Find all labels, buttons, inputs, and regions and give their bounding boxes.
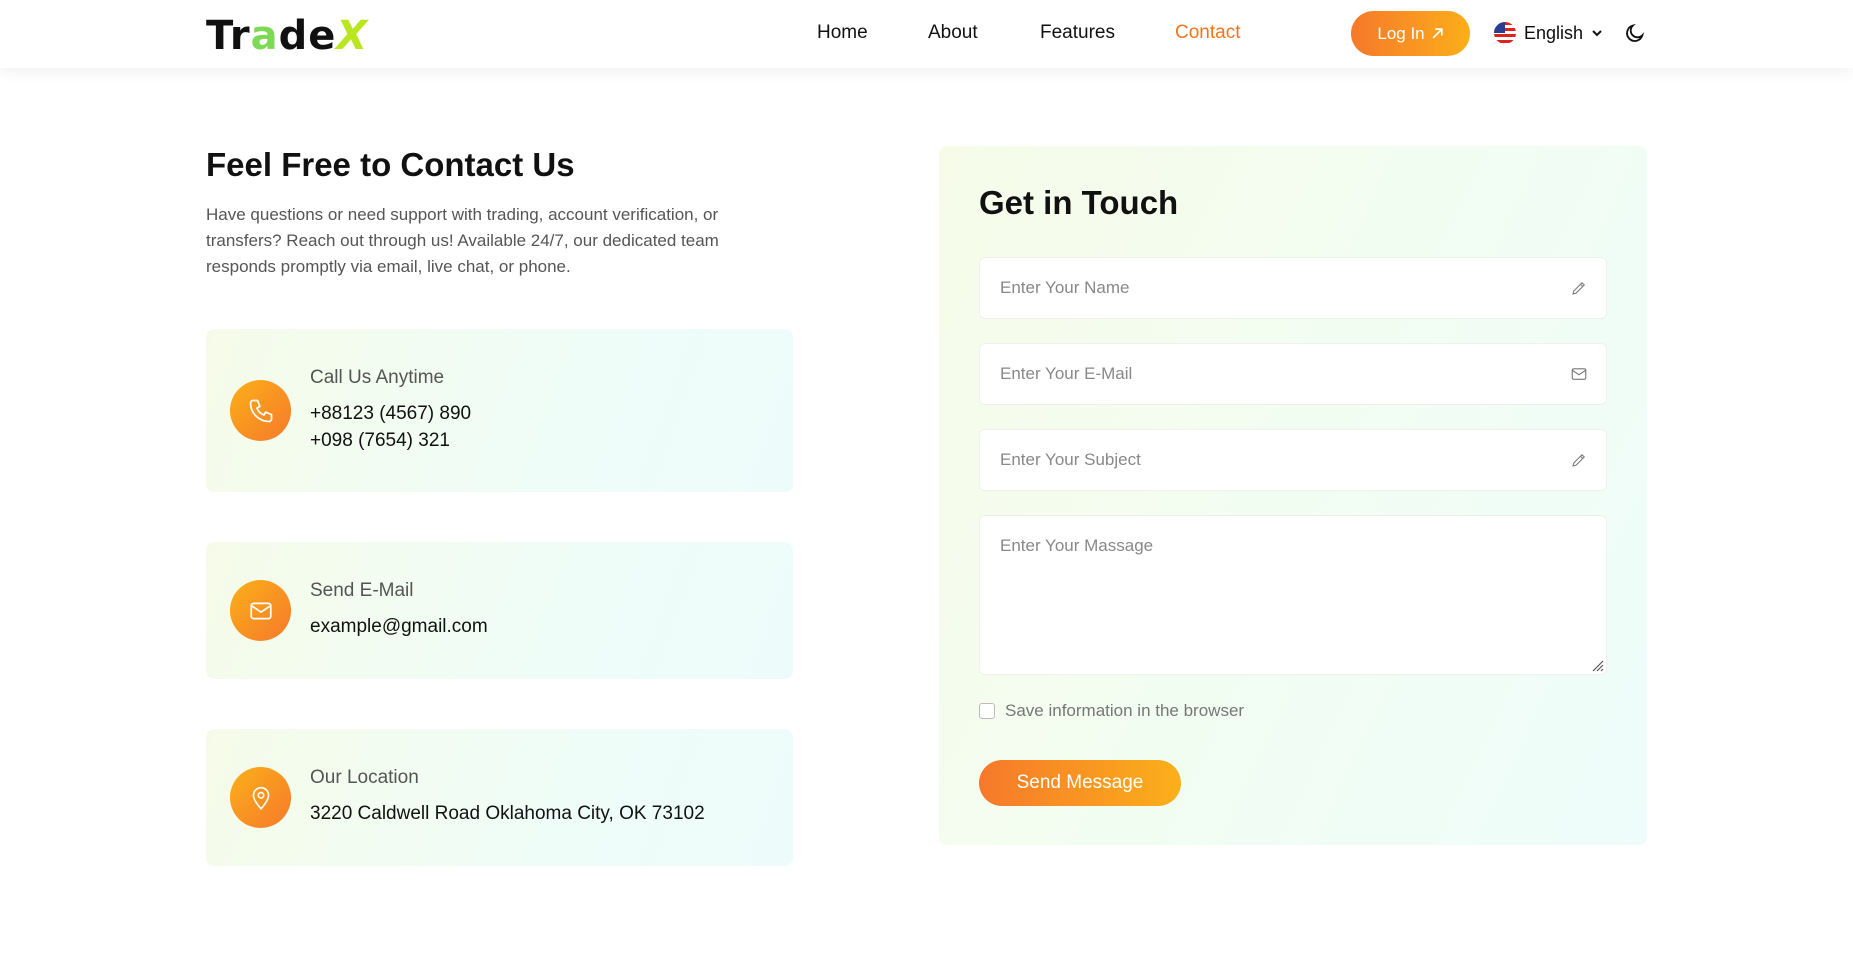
pen-icon xyxy=(1572,454,1585,467)
chevron-down-icon xyxy=(1592,30,1602,37)
email-field xyxy=(979,343,1607,405)
email-card: Send E-Mail example@gmail.com xyxy=(206,542,793,679)
email-input[interactable] xyxy=(980,344,1606,404)
logo-part-4: X xyxy=(336,13,369,59)
email-label: Send E-Mail xyxy=(310,580,414,601)
nav-about[interactable]: About xyxy=(928,22,978,44)
top-navbar: Tr a de X Home About Features Contact Log I… xyxy=(0,0,1853,68)
message-field xyxy=(979,515,1607,675)
location-label: Our Location xyxy=(310,767,419,788)
mail-icon xyxy=(249,602,272,619)
location-icon-badge xyxy=(230,767,291,828)
login-button[interactable]: Log In xyxy=(1351,11,1470,56)
logo-part-2: a xyxy=(250,13,279,59)
phone-icon-badge xyxy=(230,380,291,441)
contact-description: Have questions or need support with trad… xyxy=(206,205,719,276)
arrow-up-right-icon xyxy=(1432,28,1443,39)
email-value[interactable]: example@gmail.com xyxy=(310,616,488,638)
location-pin-icon xyxy=(252,786,269,810)
message-textarea[interactable] xyxy=(980,516,1606,674)
moon-icon[interactable] xyxy=(1624,22,1646,44)
phone-number-2[interactable]: +098 (7654) 321 xyxy=(310,430,450,452)
call-card: Call Us Anytime +88123 (4567) 890 +098 (… xyxy=(206,329,793,492)
send-message-button[interactable]: Send Message xyxy=(979,760,1181,806)
logo-part-1: Tr xyxy=(206,13,251,59)
phone-number-1[interactable]: +88123 (4567) 890 xyxy=(310,403,471,425)
subject-input[interactable] xyxy=(980,430,1606,490)
language-label: English xyxy=(1524,22,1584,43)
nav-contact[interactable]: Contact xyxy=(1175,22,1240,44)
location-card: Our Location 3220 Caldwell Road Oklahoma… xyxy=(206,729,793,866)
save-info-checkbox[interactable] xyxy=(979,703,995,719)
mail-icon-badge xyxy=(230,580,291,641)
tradex-logo[interactable]: Tr a de X xyxy=(206,13,369,59)
name-field xyxy=(979,257,1607,319)
save-info-label: Save information in the browser xyxy=(1005,701,1245,720)
us-flag-icon xyxy=(1494,22,1516,44)
contact-heading: Feel Free to Contact Us xyxy=(206,146,575,183)
phone-icon xyxy=(249,399,272,422)
contact-form-panel: Get in Touch Save information in the bro… xyxy=(939,146,1647,845)
location-value: 3220 Caldwell Road Oklahoma City, OK 731… xyxy=(310,803,705,824)
save-info-option[interactable]: Save information in the browser xyxy=(979,701,1244,721)
resize-handle-icon[interactable] xyxy=(1590,658,1604,672)
call-label: Call Us Anytime xyxy=(310,367,445,388)
form-title: Get in Touch xyxy=(979,184,1179,221)
logo-part-3: de xyxy=(278,13,337,59)
nav-home[interactable]: Home xyxy=(817,22,868,44)
language-selector[interactable]: English xyxy=(1494,22,1603,44)
pen-icon xyxy=(1572,282,1585,295)
login-label: Log In xyxy=(1377,23,1425,43)
name-input[interactable] xyxy=(980,258,1606,318)
subject-field xyxy=(979,429,1607,491)
envelope-icon xyxy=(1571,368,1587,380)
nav-features[interactable]: Features xyxy=(1040,22,1115,44)
